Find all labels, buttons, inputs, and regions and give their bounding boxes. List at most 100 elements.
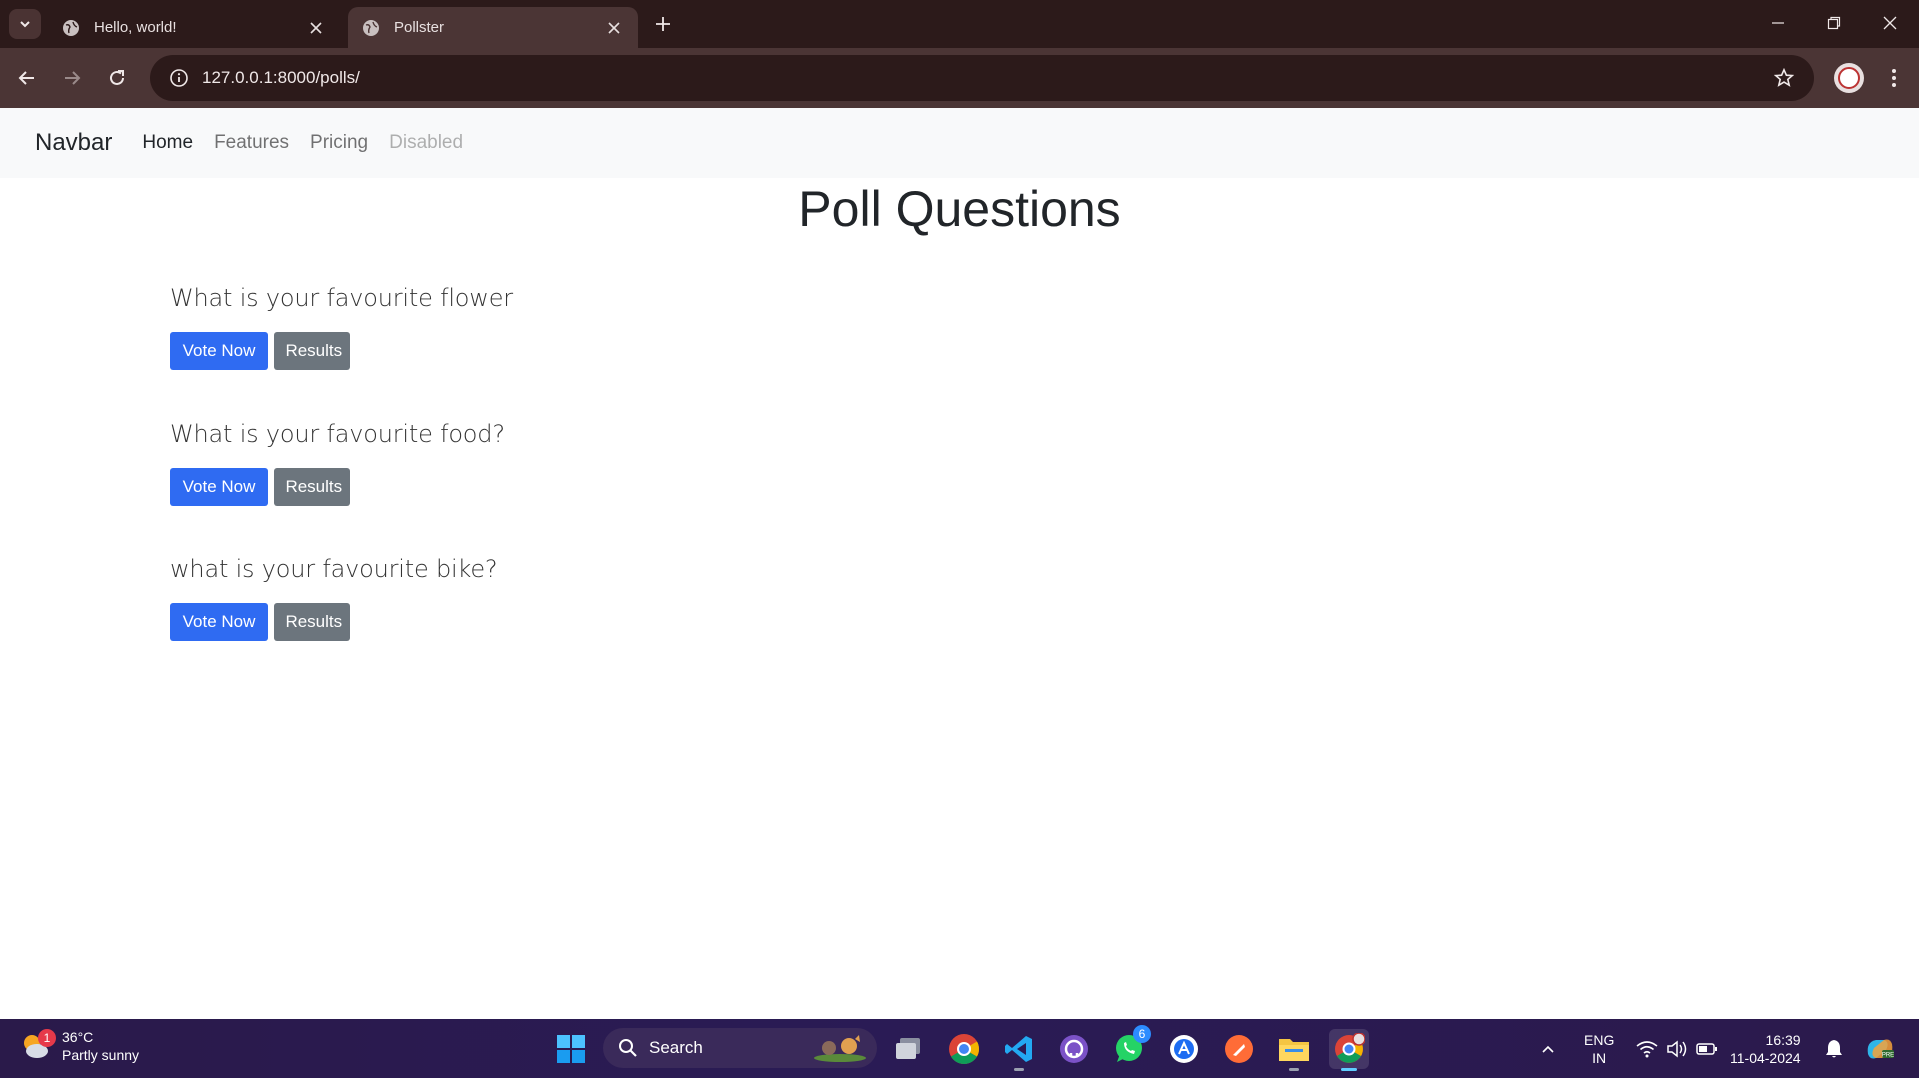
tab-hello-world[interactable]: Hello, world! — [48, 7, 340, 48]
copilot-icon: PRE — [1867, 1039, 1894, 1058]
search-icon — [617, 1037, 639, 1059]
poll-question-item: What is your favourite flower Vote Now R… — [170, 284, 870, 370]
address-bar[interactable]: 127.0.0.1:8000/polls/ — [150, 55, 1814, 101]
plus-icon — [656, 17, 670, 31]
chevron-down-icon — [20, 21, 30, 28]
profile-avatar[interactable] — [1834, 63, 1864, 93]
globe-icon — [62, 19, 80, 37]
taskbar-app-chrome-profile[interactable] — [1329, 1029, 1369, 1071]
search-highlight-art-icon — [811, 1034, 869, 1062]
browser-tab-strip: Hello, world! Pollster — [0, 0, 1919, 48]
vote-now-button[interactable]: Vote Now — [170, 332, 268, 370]
start-button[interactable] — [556, 1034, 586, 1064]
clock-time: 16:39 — [1765, 1031, 1801, 1048]
browser-menu-button[interactable] — [1879, 62, 1909, 94]
results-button[interactable]: Results — [274, 603, 351, 641]
navbar-brand[interactable]: Navbar — [35, 129, 112, 157]
arrow-right-icon — [65, 71, 81, 85]
weather-badge: 1 — [38, 1029, 56, 1047]
taskbar-app-github[interactable] — [1054, 1029, 1094, 1069]
task-view-icon — [896, 1038, 920, 1059]
more-vertical-icon — [1892, 69, 1896, 87]
language-code: ENG — [1584, 1031, 1615, 1048]
weather-condition: Partly sunny — [62, 1047, 140, 1063]
poll-question-text: What is your favourite flower — [170, 284, 513, 312]
taskbar-app-vscode[interactable] — [999, 1029, 1039, 1071]
vscode-icon — [1005, 1036, 1032, 1062]
app-store-icon — [1170, 1035, 1198, 1063]
restore-button[interactable] — [1806, 0, 1862, 46]
poll-question-item: what is your favourite bike? Vote Now Re… — [170, 555, 870, 641]
folder-icon — [1279, 1039, 1309, 1061]
clock-button[interactable]: 16:39 11-04-2024 — [1730, 1019, 1801, 1078]
language-indicator[interactable]: ENG IN — [1584, 1019, 1614, 1078]
forward-button[interactable] — [56, 62, 88, 94]
close-icon[interactable] — [306, 18, 326, 38]
page-title: Poll Questions — [798, 181, 1121, 237]
close-icon[interactable] — [604, 18, 624, 38]
new-tab-button[interactable] — [650, 11, 676, 37]
nav-link-pricing[interactable]: Pricing — [310, 132, 368, 154]
poll-question-text: What is your favourite food? — [170, 420, 505, 448]
bookmark-star-icon[interactable] — [1764, 58, 1804, 98]
tab-search-button[interactable] — [9, 9, 41, 39]
quick-settings-button[interactable] — [1636, 1019, 1718, 1078]
chrome-icon — [1335, 1033, 1365, 1063]
clock-date: 11-04-2024 — [1730, 1049, 1801, 1066]
show-hidden-icons-button[interactable] — [1540, 1019, 1556, 1078]
running-indicator — [1014, 1068, 1024, 1071]
region-code: IN — [1592, 1049, 1607, 1066]
taskbar-app-file-explorer[interactable] — [1274, 1029, 1314, 1071]
taskbar-app-postman[interactable] — [1219, 1029, 1259, 1069]
tab-title: Hello, world! — [94, 19, 177, 36]
partly-sunny-icon: 1 — [18, 1029, 56, 1063]
chevron-up-icon — [1542, 1045, 1554, 1053]
avatar-icon — [1838, 67, 1860, 89]
results-button[interactable]: Results — [274, 332, 351, 370]
taskbar-app-store[interactable] — [1164, 1029, 1204, 1069]
running-indicator — [1289, 1068, 1299, 1071]
chrome-icon — [949, 1034, 980, 1065]
tab-pollster[interactable]: Pollster — [348, 7, 638, 48]
windows-taskbar: 1 36°C Partly sunny Search 6 ENG IN 16:3… — [0, 1019, 1919, 1078]
bell-icon — [1826, 1039, 1842, 1057]
site-navbar: Navbar Home Features Pricing Disabled — [0, 108, 1919, 178]
vote-now-button[interactable]: Vote Now — [170, 468, 268, 506]
taskbar-app-whatsapp[interactable]: 6 — [1109, 1025, 1151, 1069]
taskbar-app-explorer-mini[interactable] — [889, 1029, 929, 1069]
tab-title: Pollster — [394, 19, 445, 36]
url-text[interactable]: 127.0.0.1:8000/polls/ — [202, 68, 1764, 88]
search-label: Search — [649, 1038, 703, 1057]
browser-toolbar: 127.0.0.1:8000/polls/ — [0, 48, 1919, 108]
vote-now-button[interactable]: Vote Now — [170, 603, 268, 641]
postman-icon — [1225, 1035, 1253, 1063]
close-icon — [1883, 16, 1897, 30]
results-button[interactable]: Results — [274, 468, 351, 506]
notification-badge: 6 — [1133, 1025, 1151, 1043]
restore-icon — [1827, 16, 1841, 30]
globe-icon — [362, 19, 380, 37]
battery-icon — [1696, 1042, 1717, 1055]
back-button[interactable] — [11, 62, 43, 94]
poll-question-text: what is your favourite bike? — [170, 555, 498, 583]
nav-link-disabled: Disabled — [389, 132, 464, 153]
nav-link-home[interactable]: Home — [142, 132, 193, 154]
minimize-icon — [1772, 22, 1784, 24]
arrow-left-icon — [18, 71, 34, 85]
taskbar-search[interactable]: Search — [603, 1028, 877, 1068]
taskbar-app-chrome[interactable] — [944, 1029, 984, 1069]
svg-text:PRE: PRE — [1882, 1052, 1894, 1058]
site-info-icon[interactable] — [156, 55, 202, 101]
reload-icon — [110, 70, 124, 85]
weather-temp: 36°C — [62, 1029, 94, 1045]
notifications-button[interactable] — [1825, 1019, 1843, 1078]
volume-icon — [1667, 1039, 1687, 1058]
nav-link-features[interactable]: Features — [214, 132, 289, 154]
close-window-button[interactable] — [1862, 0, 1918, 46]
windows-logo-icon — [557, 1035, 585, 1063]
copilot-button[interactable]: PRE — [1864, 1019, 1896, 1078]
minimize-button[interactable] — [1750, 0, 1806, 46]
weather-widget[interactable]: 1 36°C Partly sunny — [18, 1028, 139, 1064]
reload-button[interactable] — [101, 62, 133, 94]
wifi-icon — [1636, 1040, 1658, 1057]
